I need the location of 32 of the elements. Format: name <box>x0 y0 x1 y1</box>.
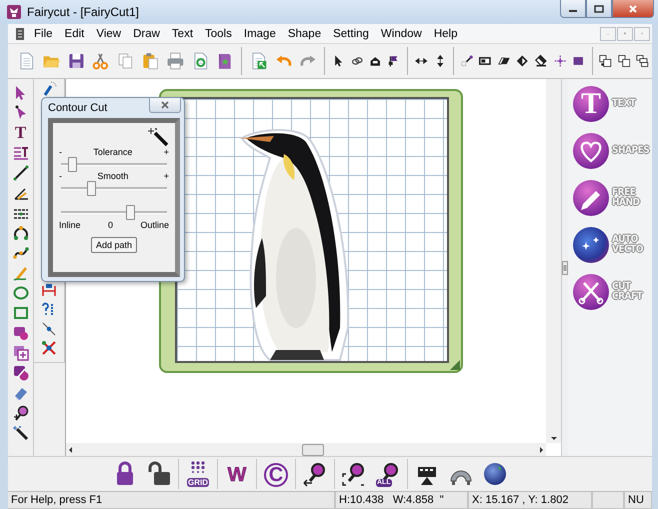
menu-item[interactable]: Window <box>374 26 428 40</box>
add-path-button[interactable]: Add path <box>90 237 138 253</box>
text-tool[interactable]: T <box>14 125 26 141</box>
menu-item[interactable]: Draw <box>127 26 166 40</box>
slider-label: Tolerance <box>93 147 132 157</box>
menu-item[interactable]: Image <box>238 26 282 40</box>
menu-item[interactable]: Shape <box>282 26 328 40</box>
contour-button[interactable]: C <box>263 461 289 487</box>
menu-item[interactable]: Tools <box>199 26 238 40</box>
maximum-mark: + <box>164 147 169 157</box>
dialog-title: Contour Cut <box>48 102 108 114</box>
menu-item[interactable]: Text <box>166 26 200 40</box>
minimum-mark: - <box>59 171 62 181</box>
menu-item[interactable]: File <box>28 26 59 40</box>
slider-label: Outline <box>140 220 169 230</box>
menu-item[interactable]: Edit <box>58 26 90 40</box>
maximum-mark: + <box>164 171 169 181</box>
status-text: For Help, press F1 <box>8 492 335 509</box>
mode-button[interactable]: T TEXT <box>568 85 652 123</box>
grid-button[interactable]: GRID <box>185 461 211 487</box>
size-readout: H:10.438 W:4.858 " <box>335 492 468 509</box>
menu-item[interactable]: Setting <box>327 26 375 40</box>
slider-label: Smooth <box>97 171 128 181</box>
window-title: Fairycut - [FairyCut1] <box>27 5 140 19</box>
weld-button[interactable]: W <box>224 461 250 487</box>
position-readout: X: 15.167 , Y: 1.802 <box>468 492 592 509</box>
slider-value: 0 <box>108 220 113 230</box>
menu-item[interactable]: View <box>90 26 128 40</box>
menu-item[interactable]: Help <box>428 26 464 40</box>
num-lock-indicator: NU <box>624 492 652 509</box>
minimum-mark: - <box>59 147 62 157</box>
slider-label: Inline <box>59 220 81 230</box>
